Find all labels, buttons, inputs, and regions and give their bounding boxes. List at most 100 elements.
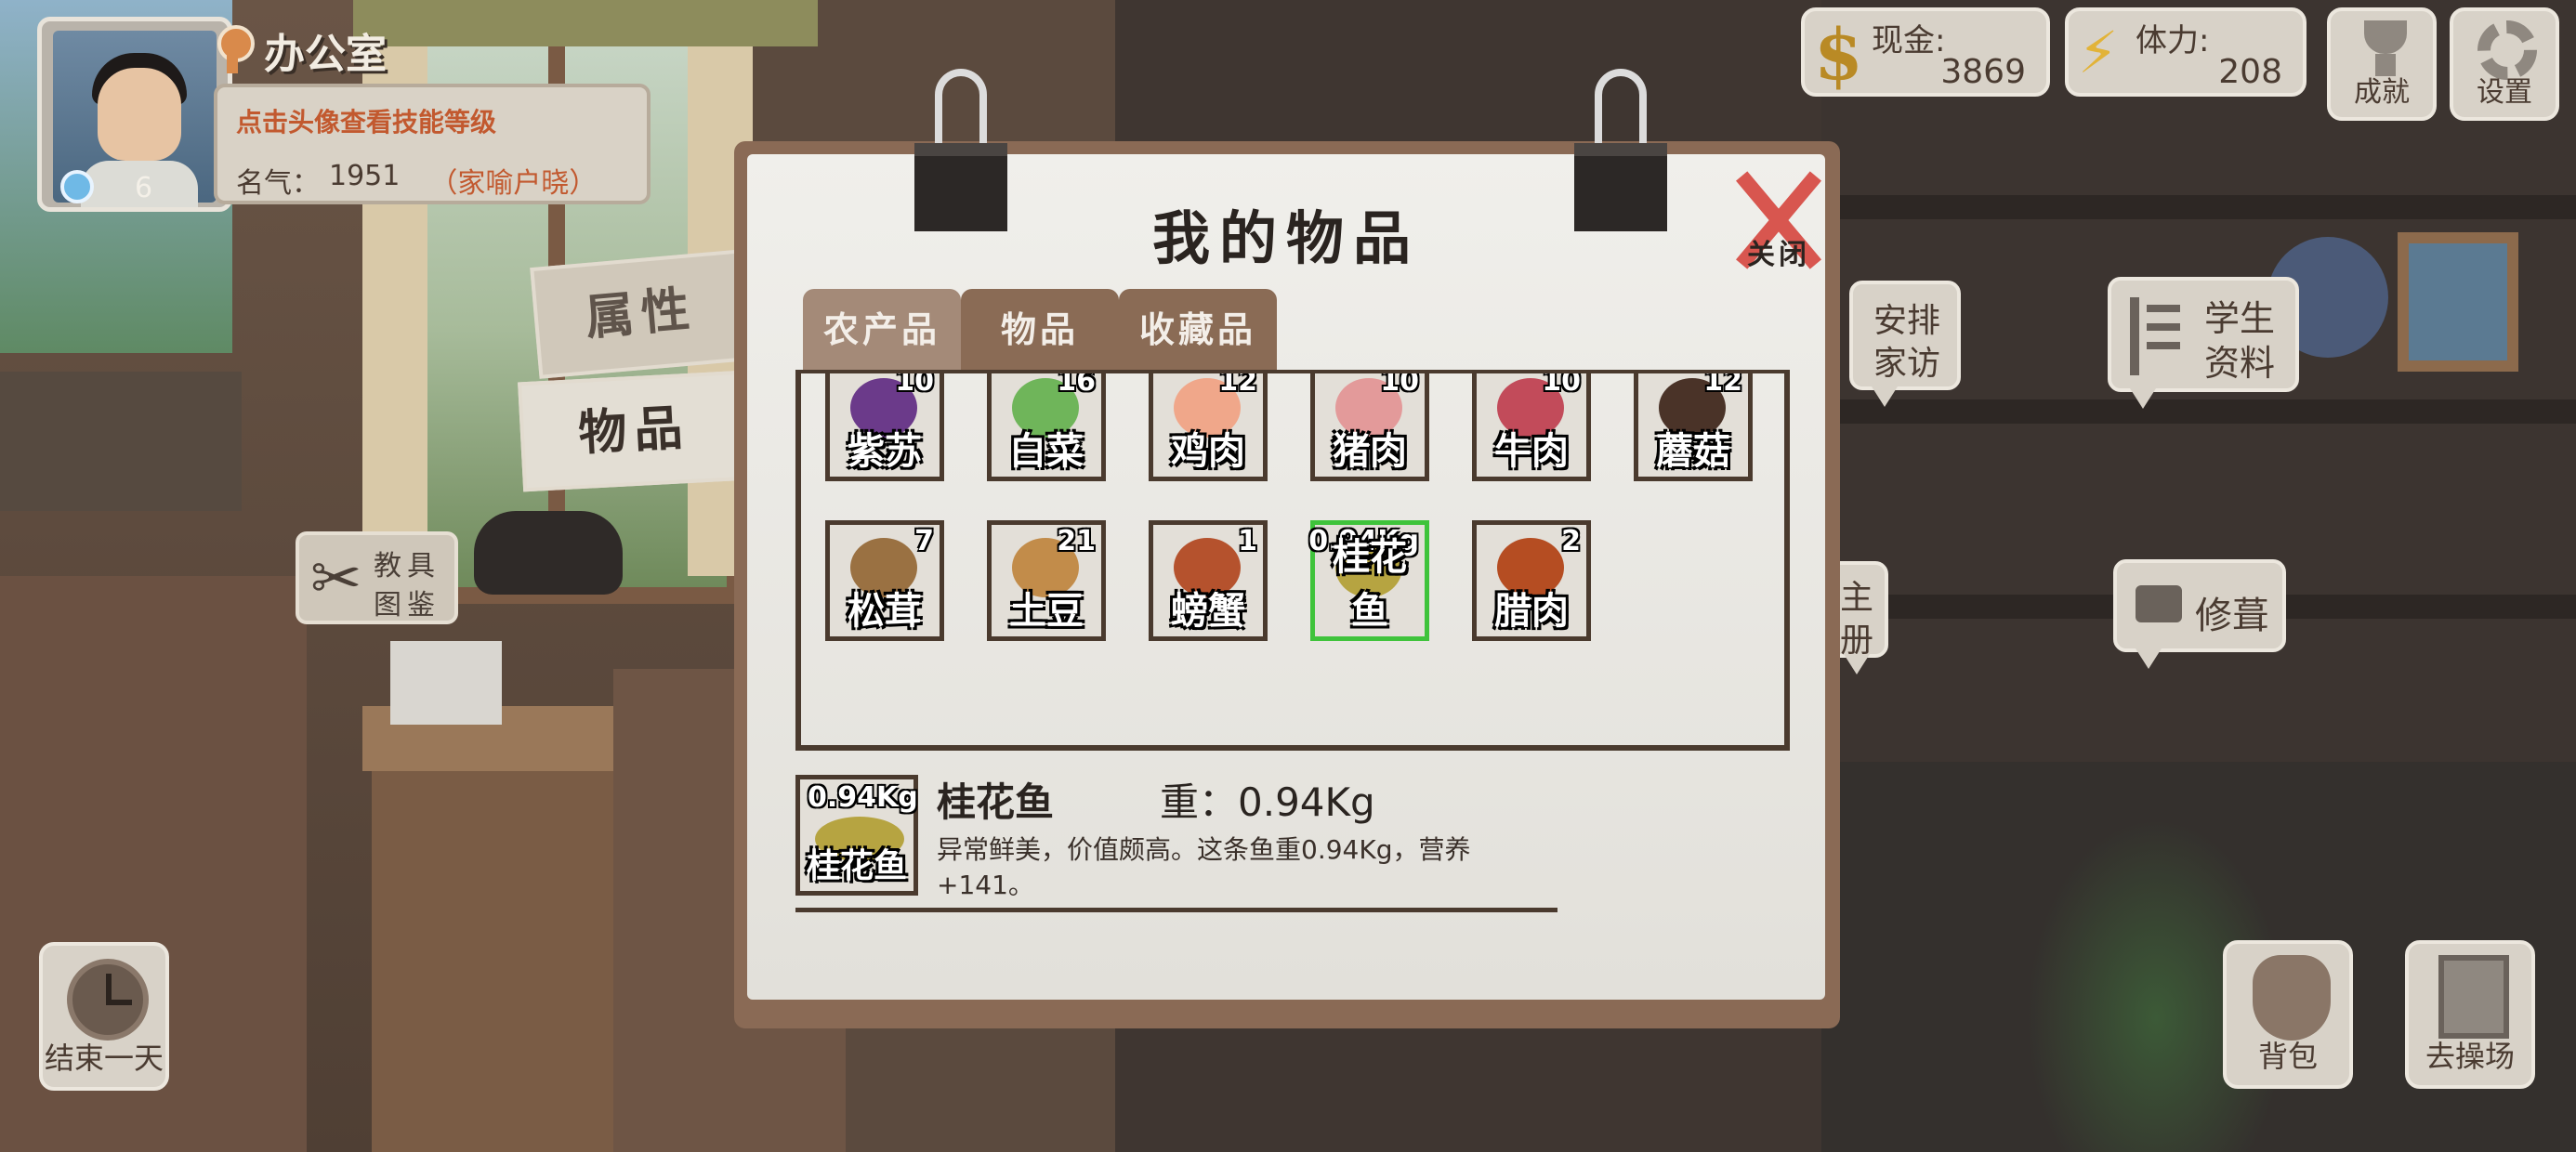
inventory-slot[interactable]: 10 猪肉 — [1310, 370, 1429, 481]
inventory-slot[interactable]: 21 土豆 — [987, 520, 1106, 641]
home-visit-button[interactable]: 安排 家访 — [1849, 281, 1961, 407]
item-count: 1 — [1238, 525, 1257, 557]
backpack-button[interactable]: 背包 — [2223, 940, 2353, 1089]
teaching-tools-guide-button[interactable]: 教具 图鉴 — [296, 531, 458, 624]
inventory-slot[interactable]: 12 蘑菇 — [1634, 370, 1753, 481]
playground-button[interactable]: 去操场 — [2405, 940, 2535, 1089]
item-count: 7 — [914, 525, 934, 557]
detail-thumb-name: 桂花鱼 — [806, 847, 907, 885]
items-grid-frame: 10 紫苏 16 白菜 12 鸡肉 10 猪肉 10 牛肉 12 蘑菇 7 松茸 21 土豆 1 螃蟹 0.94Kg… — [795, 370, 1790, 751]
achievements-button[interactable]: 成就 — [2327, 7, 2437, 121]
item-name: 螃蟹 — [1171, 590, 1245, 633]
cat — [474, 511, 623, 595]
hammer-icon — [2136, 585, 2182, 622]
my-items-dialog: 我的物品 关闭 农产品 物品 收藏品 10 紫苏 16 白菜 12 鸡肉 10 猪肉 10 牛肉 1… — [734, 69, 1840, 1028]
close-label: 关闭 — [1747, 239, 1810, 271]
item-detail-panel: 0.94Kg 桂花鱼 桂花鱼 重：0.94Kg 异常鲜美，价值颇高。这条鱼重0.… — [795, 775, 1557, 912]
player-avatar[interactable]: 6 — [37, 17, 232, 212]
item-count: 16 — [1057, 370, 1096, 398]
bag-icon — [2253, 955, 2331, 1041]
cash-display: 现金: 3869 — [1801, 7, 2050, 97]
backpack-label: 背包 — [2257, 1039, 2318, 1074]
item-count: 2 — [1561, 525, 1581, 557]
settings-button[interactable]: 设置 — [2450, 7, 2559, 121]
item-count: 12 — [1703, 370, 1742, 398]
fame-title: （家喻户晓） — [429, 167, 598, 200]
settings-label: 设置 — [2477, 76, 2532, 109]
item-name: 鸡肉 — [1171, 430, 1245, 473]
item-name: 白菜 — [1009, 430, 1084, 473]
student-info-label-2: 资料 — [2204, 343, 2276, 384]
photo-frame — [2398, 232, 2518, 372]
item-name: 土豆 — [1009, 590, 1084, 633]
skill-hint: 点击头像查看技能等级 — [236, 107, 497, 137]
alphabet-board — [0, 372, 242, 511]
location-pin-icon — [214, 25, 255, 75]
tab-farm-products[interactable]: 农产品 — [803, 289, 961, 371]
register-label-2: 册 — [1840, 622, 1874, 660]
fame-label: 名气： — [236, 167, 320, 200]
lightbulb-icon — [60, 170, 94, 203]
attributes-tab[interactable]: 属性 — [530, 249, 753, 379]
tool-guide-label-2: 图鉴 — [374, 589, 440, 622]
item-name: 桂花鱼 — [1333, 536, 1407, 633]
item-count: 10 — [1380, 370, 1419, 398]
register-label-1: 主 — [1840, 579, 1874, 617]
student-info-button[interactable]: 学生 资料 — [2108, 277, 2299, 409]
dialog-title: 我的物品 — [1151, 204, 1420, 272]
student-info-label-1: 学生 — [2204, 298, 2276, 339]
home-visit-label-1: 安排 — [1873, 302, 1941, 340]
item-name: 松茸 — [848, 590, 922, 633]
items-grid: 10 紫苏 16 白菜 12 鸡肉 10 猪肉 10 牛肉 12 蘑菇 7 松茸 21 土豆 1 螃蟹 0.94Kg… — [825, 370, 1753, 641]
repair-label: 修葺 — [2195, 595, 2269, 637]
scissors-icon — [310, 543, 366, 614]
detail-thumb-count: 0.94Kg — [808, 781, 918, 814]
inventory-slot[interactable]: 12 鸡肉 — [1149, 370, 1268, 481]
skill-level: 6 — [135, 172, 153, 204]
item-count: 10 — [895, 370, 934, 398]
fame-value: 1951 — [329, 160, 401, 192]
inventory-slot[interactable]: 1 螃蟹 — [1149, 520, 1268, 641]
player-info-panel: 点击头像查看技能等级 名气： 1951 （家喻户晓） — [214, 84, 651, 204]
door-icon — [2438, 955, 2509, 1039]
clock-icon — [67, 959, 149, 1041]
fame-row: 名气： 1951 （家喻户晓） — [236, 160, 628, 201]
cash-value: 3869 — [1940, 53, 2026, 91]
detail-item-weight: 重：0.94Kg — [1160, 779, 1375, 825]
achievements-label: 成就 — [2354, 76, 2410, 109]
repair-button[interactable]: 修葺 — [2113, 559, 2286, 669]
item-category-tabs: 农产品 物品 收藏品 — [803, 289, 1277, 371]
inventory-slot[interactable]: 0.94Kg 桂花鱼 — [1308, 520, 1429, 641]
end-day-label: 结束一天 — [44, 1041, 164, 1076]
end-day-button[interactable]: 结束一天 — [39, 942, 169, 1091]
tool-guide-label-1: 教具 — [374, 550, 440, 583]
inventory-slot[interactable]: 10 紫苏 — [825, 370, 944, 481]
detail-item-name: 桂花鱼 — [937, 779, 1055, 825]
close-button[interactable]: 关闭 — [1723, 168, 1833, 271]
tab-collectibles[interactable]: 收藏品 — [1119, 289, 1277, 371]
desk-lamp — [390, 641, 502, 725]
inventory-slot[interactable]: 16 白菜 — [987, 370, 1106, 481]
item-count: 12 — [1218, 370, 1257, 398]
document-icon — [2130, 297, 2180, 375]
detail-item-description: 异常鲜美，价值颇高。这条鱼重0.94Kg，营养+141。 — [937, 834, 1471, 900]
location-label: 办公室 — [264, 31, 387, 78]
item-count: 21 — [1057, 525, 1096, 557]
stamina-label: 体力: — [2136, 22, 2210, 59]
stamina-display: 体力: 208 — [2065, 7, 2307, 97]
stamina-value: 208 — [2218, 53, 2282, 91]
inventory-slot[interactable]: 7 松茸 — [825, 520, 944, 641]
items-tab[interactable]: 物品 — [518, 370, 751, 492]
item-name: 猪肉 — [1333, 430, 1407, 473]
item-name: 牛肉 — [1494, 430, 1569, 473]
item-name: 蘑菇 — [1656, 430, 1730, 473]
item-name: 腊肉 — [1494, 590, 1569, 633]
dialog-paper: 我的物品 关闭 农产品 物品 收藏品 10 紫苏 16 白菜 12 鸡肉 10 猪肉 10 牛肉 1… — [747, 69, 1825, 1000]
cash-label: 现金: — [1872, 22, 1946, 59]
playground-label: 去操场 — [2425, 1039, 2515, 1074]
inventory-slot[interactable]: 2 腊肉 — [1472, 520, 1591, 641]
location-indicator: 办公室 — [214, 20, 387, 80]
home-visit-label-2: 家访 — [1873, 345, 1941, 383]
tab-goods[interactable]: 物品 — [961, 289, 1119, 371]
inventory-slot[interactable]: 10 牛肉 — [1472, 373, 1591, 481]
